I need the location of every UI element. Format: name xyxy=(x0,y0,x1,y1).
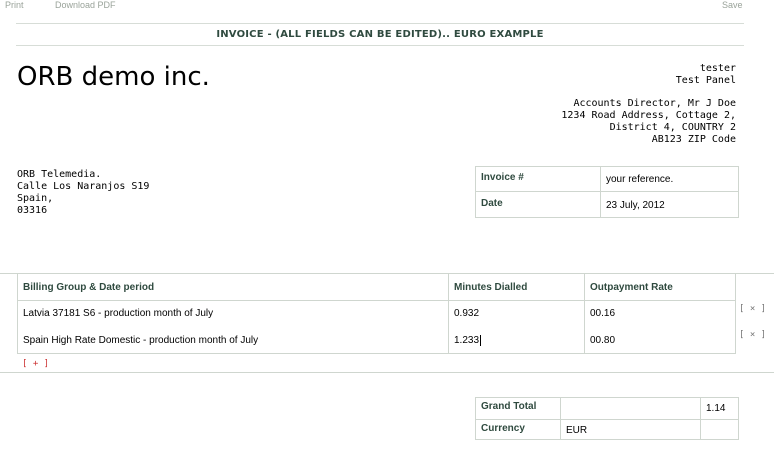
address-line: AB123 ZIP Code xyxy=(651,134,736,145)
text-caret: ​ xyxy=(480,335,482,346)
address-line: ORB Telemedia. xyxy=(17,169,102,180)
divider xyxy=(475,191,739,192)
sender-line: tester xyxy=(699,63,736,74)
row-description-field[interactable]: Latvia 37181 S6 - production month of Ju… xyxy=(23,308,213,319)
address-line: Accounts Director, Mr J Doe xyxy=(573,98,736,109)
column-header-minutes: Minutes Dialled xyxy=(454,282,528,293)
currency-label: Currency xyxy=(481,423,525,434)
remove-row-button[interactable]: [ × ] xyxy=(739,330,766,340)
divider xyxy=(0,372,774,373)
remove-row-button[interactable]: [ × ] xyxy=(739,304,766,314)
column-header-rate: Outpayment Rate xyxy=(590,282,673,293)
invoice-date-label: Date xyxy=(481,198,503,209)
invoice-title: INVOICE - (ALL FIELDS CAN BE EDITED).. E… xyxy=(16,23,744,46)
row-rate-field[interactable]: 00.16 xyxy=(590,308,615,319)
column-header-billing-group: Billing Group & Date period xyxy=(23,282,155,293)
divider xyxy=(560,397,561,440)
divider xyxy=(448,274,449,354)
row-minutes-field[interactable]: 1.233​ xyxy=(454,335,482,346)
divider xyxy=(17,300,736,301)
address-line: 03316 xyxy=(17,205,48,216)
address-line: Calle Los Naranjos S19 xyxy=(17,181,150,192)
download-pdf-link[interactable]: Download PDF xyxy=(55,0,116,10)
address-line: 1234 Road Address, Cottage 2, xyxy=(561,110,736,121)
divider xyxy=(584,274,585,354)
row-description-field[interactable]: Spain High Rate Domestic - production mo… xyxy=(23,335,258,346)
row-minutes-value: 1.233 xyxy=(454,335,480,346)
row-minutes-field[interactable]: 0.932 xyxy=(454,308,479,319)
print-link[interactable]: Print xyxy=(5,0,24,10)
currency-field[interactable]: EUR xyxy=(566,425,587,436)
save-link[interactable]: Save xyxy=(722,0,743,10)
invoice-date-field[interactable]: 23 July, 2012 xyxy=(606,200,665,211)
invoice-number-field[interactable]: your reference. xyxy=(606,174,673,185)
divider xyxy=(700,397,701,440)
company-name[interactable]: ORB demo inc. xyxy=(17,62,210,92)
add-row-button[interactable]: [ + ] xyxy=(22,359,49,369)
from-address[interactable]: ORB Telemedia. Calle Los Naranjos S19 Sp… xyxy=(17,169,149,217)
address-line: District 4, COUNTRY 2 xyxy=(609,122,736,133)
sender-line: Test Panel xyxy=(675,75,736,86)
invoice-number-label: Invoice # xyxy=(481,172,524,183)
sender-block[interactable]: tester Test Panel xyxy=(676,63,736,87)
grand-total-label: Grand Total xyxy=(481,401,537,412)
address-line: Spain, xyxy=(17,193,54,204)
grand-total-value: 1.14 xyxy=(706,403,726,414)
divider xyxy=(600,166,601,218)
row-rate-field[interactable]: 00.80 xyxy=(590,335,615,346)
recipient-address[interactable]: Accounts Director, Mr J Doe 1234 Road Ad… xyxy=(561,98,736,146)
